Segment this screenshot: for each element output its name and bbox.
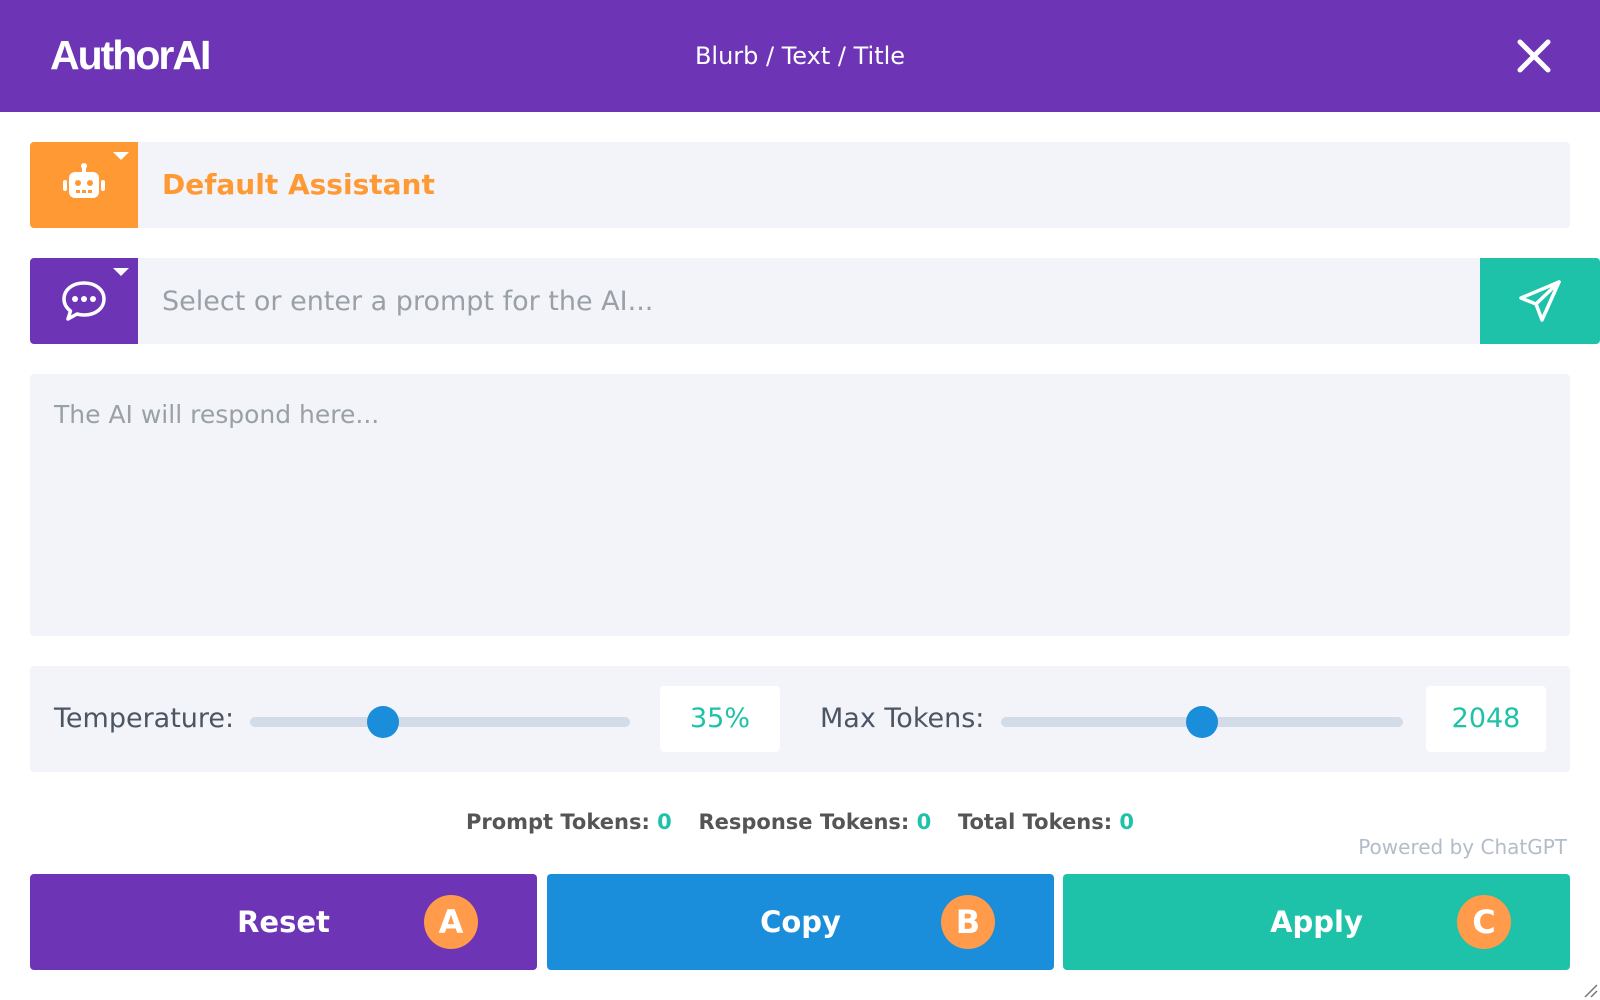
assistant-dropdown-button[interactable] [30,142,138,228]
reset-button[interactable]: Reset A [30,874,537,970]
assistant-name: Default Assistant [162,168,435,201]
settings-panel: Temperature: 35% Max Tokens: 2048 [30,666,1570,772]
resize-grip-icon[interactable] [1580,980,1598,998]
shortcut-badge-c: C [1457,895,1511,949]
robot-icon [63,163,105,198]
prompt-dropdown-button[interactable] [30,258,138,344]
apply-button[interactable]: Apply C [1063,874,1570,970]
prompt-input[interactable] [138,258,1480,344]
max-tokens-slider[interactable] [1001,706,1403,738]
total-tokens-value: 0 [1119,810,1135,834]
temperature-slider[interactable] [250,706,630,738]
authorai-dialog: AuthorAI Blurb / Text / Title Default As… [0,0,1600,1000]
caret-down-icon [113,152,129,160]
caret-down-icon [113,268,129,276]
prompt-bar [30,258,1600,344]
max-tokens-label: Max Tokens: [820,703,985,734]
close-icon[interactable] [1514,36,1554,76]
response-tokens-value: 0 [916,810,932,834]
chat-bubble-icon [62,281,106,321]
powered-by-label: Powered by ChatGPT [1358,835,1567,859]
shortcut-badge-b: B [941,895,995,949]
copy-button[interactable]: Copy B [547,874,1054,970]
prompt-tokens-label: Prompt Tokens: [465,810,650,834]
max-tokens-value[interactable]: 2048 [1426,686,1546,752]
total-tokens-label: Total Tokens: [957,810,1113,834]
temperature-value[interactable]: 35% [660,686,780,752]
shortcut-badge-a: A [424,895,478,949]
send-button[interactable] [1480,258,1600,344]
paper-plane-icon [1519,280,1561,322]
response-tokens: Response Tokens: 0 [698,807,931,837]
token-stats: Prompt Tokens: 0 Response Tokens: 0 Tota… [0,807,1600,837]
temperature-label: Temperature: [54,703,235,734]
prompt-tokens-value: 0 [657,810,672,834]
response-textarea[interactable] [30,374,1570,636]
header-bar: AuthorAI Blurb / Text / Title [0,0,1600,112]
breadcrumb: Blurb / Text / Title [694,42,906,70]
response-tokens-label: Response Tokens: [698,810,910,834]
temperature-slider-handle[interactable] [367,706,399,738]
max-tokens-slider-handle[interactable] [1186,706,1218,738]
total-tokens: Total Tokens: 0 [958,807,1134,837]
prompt-tokens: Prompt Tokens: 0 [466,807,672,837]
assistant-selector[interactable]: Default Assistant [30,142,1570,228]
